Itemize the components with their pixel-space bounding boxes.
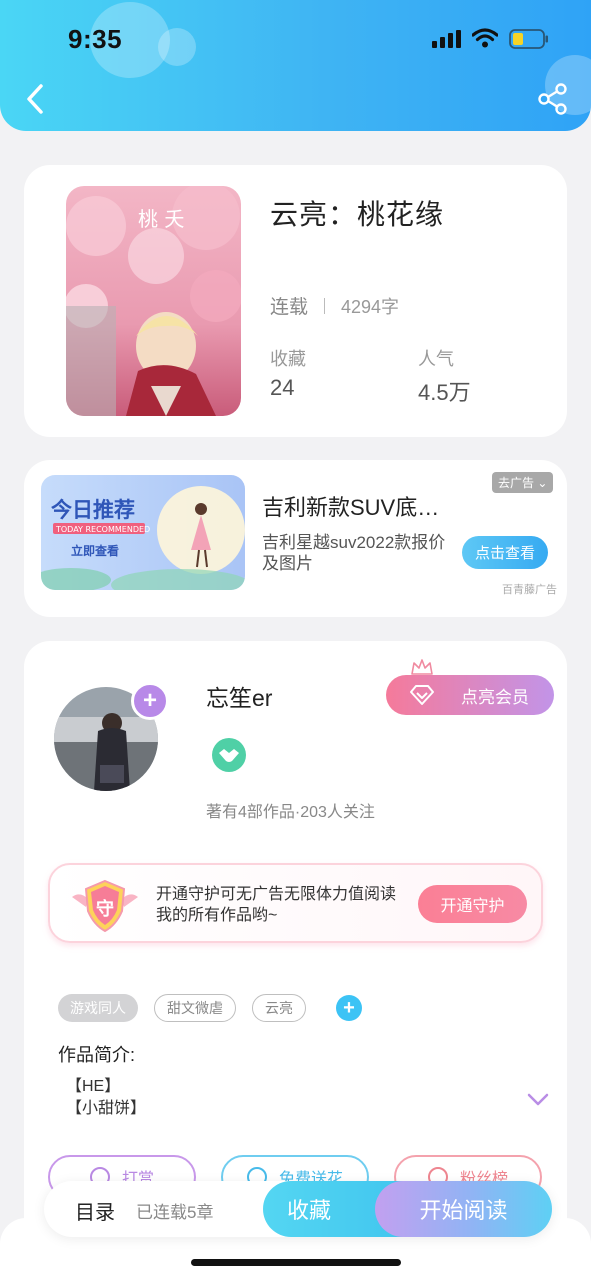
cover-illustration: 桃 夭 (66, 186, 241, 416)
divider (324, 297, 326, 314)
serial-status: 连载 (270, 297, 309, 318)
chevron-down-icon: ⌄ (537, 476, 548, 490)
tag-item[interactable]: 甜文微虐 (154, 994, 236, 1022)
guard-description: 开通守护可无广告无限体力值阅读我的所有作品哟~ (156, 886, 397, 924)
ad-cta-button[interactable]: 点击查看 (462, 536, 548, 569)
home-indicator (191, 1259, 401, 1266)
ad-description: 吉利星越suv2022款报价及图片 (262, 533, 446, 573)
chapter-count: 已连载5章 (136, 1203, 214, 1222)
remove-ad-label: 去广告 (498, 476, 535, 490)
handshake-icon (219, 749, 239, 762)
signal-icon (432, 30, 461, 48)
start-reading-button[interactable]: 开始阅读 (375, 1181, 552, 1237)
intro-line: 【HE】 (66, 1078, 121, 1095)
tag-item[interactable]: 游戏同人 (58, 994, 138, 1022)
share-icon[interactable] (536, 82, 570, 116)
top-header: 9:35 (0, 0, 591, 131)
back-button[interactable] (18, 80, 52, 118)
vip-button-label: 点亮会员 (461, 687, 529, 707)
crown-icon (411, 659, 433, 675)
toc-button[interactable]: 目录 (75, 1196, 115, 1225)
popularity-count: 4.5万 (418, 380, 471, 405)
expand-chevron-icon[interactable] (527, 1093, 549, 1107)
chevron-left-icon (27, 84, 43, 114)
popularity-label: 人气 (418, 349, 454, 369)
book-info-card: 桃 夭 云亮：桃花缘 连载 4294字 收藏 24 人气 4.5万 (24, 165, 567, 437)
tag-list: 游戏同人 甜文微虐 云亮 + (58, 994, 362, 1022)
intro-line: 【小甜饼】 (66, 1100, 147, 1117)
guard-banner: 守 开通守护可无广告无限体力值阅读我的所有作品哟~ 开通守护 (48, 863, 543, 943)
intro-text: 【HE】 【小甜饼】 (66, 1076, 146, 1120)
decor-bubble (158, 28, 196, 66)
add-tag-button[interactable]: + (336, 995, 362, 1021)
ad-banner-button: 立即查看 (71, 543, 119, 558)
vip-button[interactable]: 点亮会员 (386, 675, 554, 715)
collect-count: 24 (270, 375, 295, 400)
battery-icon (509, 29, 548, 49)
follow-button[interactable]: + (131, 682, 169, 720)
ad-banner-graphic: 今日推荐 TODAY RECOMMENDED 立即查看 (41, 475, 245, 590)
intro-label: 作品简介: (58, 1045, 136, 1065)
wifi-icon (472, 28, 498, 48)
ad-title: 吉利新款SUV底… (262, 495, 440, 520)
word-count: 4294字 (341, 296, 400, 317)
ad-source: 百青藤广告 (502, 584, 557, 596)
author-name: 忘笙er (206, 685, 273, 711)
status-time: 9:35 (68, 24, 123, 54)
handshake-badge-icon (212, 738, 246, 772)
remove-ad-button[interactable]: 去广告 ⌄ (492, 472, 554, 493)
bottom-action-pill: 目录 已连载5章 收藏 开始阅读 (44, 1181, 552, 1237)
ad-banner-image[interactable]: 今日推荐 TODAY RECOMMENDED 立即查看 (41, 475, 245, 590)
ad-banner-subtitle: TODAY RECOMMENDED (55, 525, 150, 534)
cover-title-text: 桃 夭 (138, 207, 184, 231)
book-title: 云亮：桃花缘 (270, 199, 445, 230)
diamond-icon (410, 685, 434, 705)
book-cover[interactable]: 桃 夭 (66, 186, 241, 416)
author-stats: 著有4部作品·203人关注 (206, 804, 375, 821)
guard-shield-icon: 守 (72, 879, 138, 933)
ad-card[interactable]: 今日推荐 TODAY RECOMMENDED 立即查看 吉利新款SUV底… 吉利… (24, 460, 567, 617)
tag-item[interactable]: 云亮 (252, 994, 306, 1022)
open-guard-button[interactable]: 开通守护 (418, 885, 527, 923)
collect-label: 收藏 (270, 349, 306, 369)
ad-banner-title: 今日推荐 (51, 498, 135, 522)
book-status-row: 连载 4294字 (270, 292, 399, 319)
guard-badge-text: 守 (96, 898, 114, 920)
